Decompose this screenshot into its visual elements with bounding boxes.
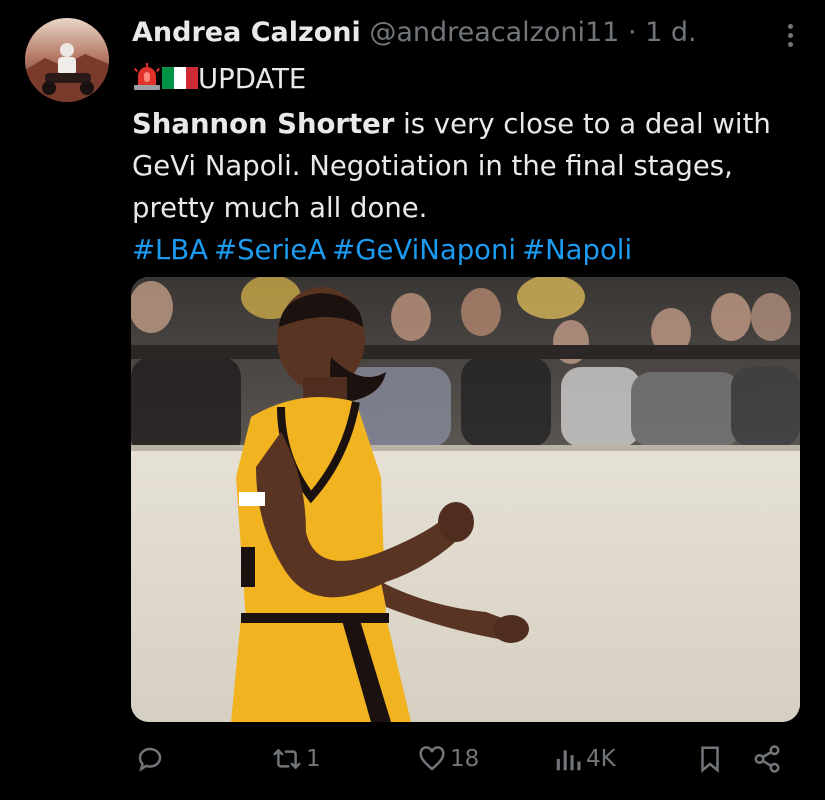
- views-button[interactable]: 4K: [553, 744, 616, 774]
- views-chart-icon: [553, 744, 583, 774]
- update-label: UPDATE: [198, 63, 307, 95]
- views-count: 4K: [586, 746, 616, 772]
- share-icon: [751, 744, 783, 774]
- tweet-timestamp[interactable]: 1 d.: [645, 17, 696, 48]
- hashtag-link[interactable]: #GeViNaponi: [332, 234, 516, 266]
- retweet-icon: [271, 744, 303, 774]
- tweet-photo[interactable]: [131, 277, 800, 722]
- italy-flag-emoji: [162, 61, 198, 103]
- siren-emoji: [132, 61, 162, 103]
- separator-dot: ·: [627, 17, 637, 48]
- hashtag-link[interactable]: #SerieA: [214, 234, 326, 266]
- hashtag-link[interactable]: #LBA: [132, 234, 208, 266]
- like-count: 18: [450, 746, 480, 772]
- like-button[interactable]: 18: [417, 744, 479, 774]
- bookmark-icon: [695, 744, 725, 774]
- more-options-icon[interactable]: [785, 20, 795, 56]
- retweet-count: 1: [306, 746, 321, 772]
- hashtag-link[interactable]: #Napoli: [522, 234, 632, 266]
- reply-icon: [135, 744, 165, 774]
- tweet-header: Andrea Calzoni @andreacalzoni11 · 1 d.: [132, 16, 765, 50]
- tweet-text: UPDATE Shannon Shorter is very close to …: [132, 58, 792, 271]
- basketball-player-photo: [131, 277, 800, 722]
- player-name: Shannon Shorter: [132, 108, 395, 140]
- tweet-action-bar: 1 18 4K: [131, 740, 791, 784]
- heart-icon: [417, 744, 447, 774]
- avatar-image: [25, 18, 109, 102]
- retweet-button[interactable]: 1: [271, 744, 321, 774]
- hashtag-list: #LBA #SerieA #GeViNaponi #Napoli: [132, 229, 792, 271]
- share-button[interactable]: [751, 744, 783, 774]
- bookmark-button[interactable]: [695, 744, 725, 774]
- author-name[interactable]: Andrea Calzoni: [132, 17, 361, 48]
- author-avatar[interactable]: [25, 18, 109, 102]
- author-handle[interactable]: @andreacalzoni11: [369, 17, 619, 48]
- tweet-body: Shannon Shorter is very close to a deal …: [132, 103, 792, 229]
- tweet-line-update: UPDATE: [132, 58, 792, 103]
- reply-button[interactable]: [135, 744, 168, 774]
